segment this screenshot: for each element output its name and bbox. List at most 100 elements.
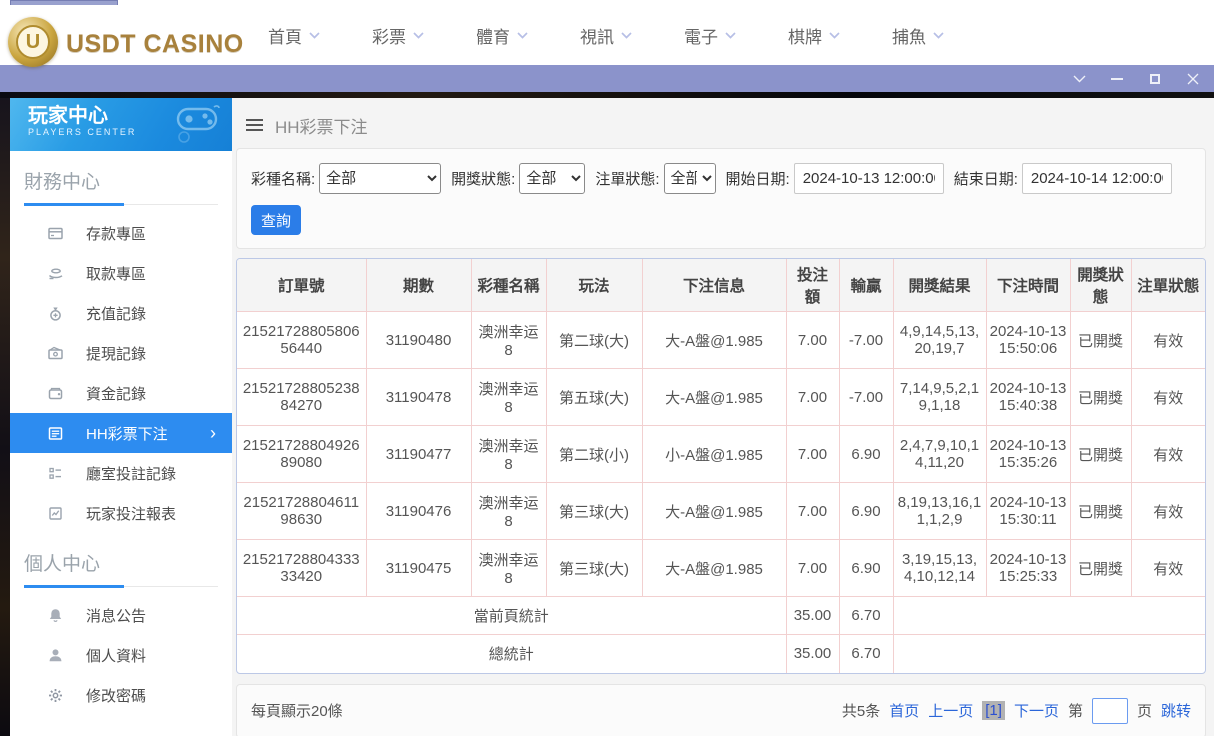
draw-status-select[interactable]: 全部 [519,163,585,194]
window-maximize-button[interactable] [1148,72,1162,86]
prev-page-link[interactable]: 上一页 [928,700,973,721]
cell-draw-result: 8,19,13,16,11,1,2,9 [893,483,986,540]
sidebar-item-label: 取款專區 [86,263,146,284]
nav-item-home[interactable]: 首頁 [268,23,372,48]
chevron-down-icon [933,32,944,39]
page-summary-bet-amount: 35.00 [786,597,839,635]
search-button[interactable]: 查詢 [251,205,301,235]
page-summary-win-loss: 6.70 [839,597,893,635]
cell-play: 第二球(小) [546,426,642,483]
window-close-button[interactable] [1186,72,1200,86]
background-image-edge [0,98,10,736]
cell-draw-result: 2,4,7,9,10,14,11,20 [893,426,986,483]
nav-item-slots[interactable]: 電子 [684,23,788,48]
cell-bet-info: 大-A盤@1.985 [642,540,786,597]
sidebar-item-label: 充值記錄 [86,303,146,324]
maximize-icon [1150,74,1160,84]
col-header: 玩法 [546,259,642,312]
section-title: 代理中心 [24,731,218,736]
cell-bet-info: 大-A盤@1.985 [642,369,786,426]
section-title: 個人中心 [24,549,218,587]
nav-item-cards[interactable]: 棋牌 [788,23,892,48]
cell-win-loss: -7.00 [839,369,893,426]
cell-play: 第三球(大) [546,483,642,540]
sidebar-item-withdraw[interactable]: 取款專區 [24,253,218,293]
sidebar-item-profile[interactable]: 個人資料 [24,635,218,675]
nav-item-lottery[interactable]: 彩票 [372,23,476,48]
table-row: 2152172880461198630 31190476 澳洲幸运8 第三球(大… [237,483,1205,540]
close-icon [1187,73,1199,85]
chevron-down-icon [309,32,320,39]
section-title: 財務中心 [24,167,218,205]
start-date-label: 開始日期: [726,168,790,189]
sidebar-item-recharge-record[interactable]: 充值記錄 [24,293,218,333]
cell-bet-info: 小-A盤@1.985 [642,426,786,483]
cell-bet-amount: 7.00 [786,369,839,426]
sidebar-item-withdrawal-record[interactable]: 提現記錄 [24,333,218,373]
cell-draw-status: 已開獎 [1070,369,1131,426]
total-count-label: 共5条 [842,700,880,721]
draw-status-label: 開獎狀態: [451,168,515,189]
sidebar-item-room-bet-record[interactable]: 廳室投註記錄 [24,453,218,493]
sidebar-item-hh-lottery-bet[interactable]: HH彩票下注 › [10,413,232,453]
sidebar-item-label: 廳室投註記錄 [86,463,176,484]
cell-bet-time: 2024-10-13 15:30:11 [986,483,1070,540]
withdrawal-record-icon [46,344,64,362]
bell-icon [46,606,64,624]
room-bet-record-icon [46,464,64,482]
next-page-link[interactable]: 下一页 [1014,700,1059,721]
cell-bet-time: 2024-10-13 15:40:38 [986,369,1070,426]
cell-bet-amount: 7.00 [786,426,839,483]
cell-bet-info: 大-A盤@1.985 [642,483,786,540]
chevron-down-icon [517,32,528,39]
page-title: HH彩票下注 [275,113,368,138]
col-header: 注單狀態 [1131,259,1205,312]
sidebar-item-deposit[interactable]: 存款專區 [24,213,218,253]
end-date-input[interactable] [1022,163,1172,194]
cell-draw-status: 已開獎 [1070,426,1131,483]
page-number-input[interactable] [1092,698,1128,724]
col-header: 彩種名稱 [471,259,546,312]
start-date-input[interactable] [794,163,944,194]
nav-item-sports[interactable]: 體育 [476,23,580,48]
sidebar-item-label: 修改密碼 [86,685,146,706]
table-row: 2152172880580656440 31190480 澳洲幸运8 第二球(大… [237,312,1205,369]
menu-toggle-icon[interactable] [246,119,263,131]
cell-draw-status: 已開獎 [1070,540,1131,597]
col-header: 開獎結果 [893,259,986,312]
lottery-name-select[interactable]: 全部 [319,163,441,194]
sidebar-item-change-password[interactable]: 修改密碼 [24,675,218,715]
cell-period: 31190478 [366,369,471,426]
sidebar-item-label: HH彩票下注 [86,423,168,444]
sidebar-item-funds-record[interactable]: 資金記錄 [24,373,218,413]
sidebar-item-bet-report[interactable]: 玩家投注報表 [24,493,218,533]
jump-link[interactable]: 跳转 [1161,700,1191,721]
table-header-row: 訂單號 期數 彩種名稱 玩法 下注信息 投注額 輸贏 開獎結果 下注時間 開獎狀… [237,259,1205,312]
nav-item-label: 視訊 [580,23,614,48]
cell-period: 31190477 [366,426,471,483]
sidebar-item-announcements[interactable]: 消息公告 [24,595,218,635]
cell-play: 第五球(大) [546,369,642,426]
current-page-indicator: [1] [982,701,1005,720]
table-row: 2152172880492689080 31190477 澳洲幸运8 第二球(小… [237,426,1205,483]
cell-lottery: 澳洲幸运8 [471,540,546,597]
order-status-select[interactable]: 全部 [664,163,716,194]
nav-item-label: 電子 [684,23,718,48]
window-collapse-button[interactable] [1072,72,1086,86]
cell-win-loss: 6.90 [839,426,893,483]
cell-draw-result: 7,14,9,5,2,19,1,18 [893,369,986,426]
cell-bet-amount: 7.00 [786,312,839,369]
page-suffix-label: 页 [1137,700,1152,721]
sidebar-item-label: 消息公告 [86,605,146,626]
chevron-down-icon [621,32,632,39]
page-summary-label: 當前頁統計 [237,597,786,635]
chevron-right-icon: › [210,424,216,442]
window-minimize-button[interactable] [1110,72,1124,86]
nav-item-live[interactable]: 視訊 [580,23,684,48]
order-status-label: 注單狀態: [595,168,659,189]
cell-bet-time: 2024-10-13 15:50:06 [986,312,1070,369]
sidebar-item-label: 資金記錄 [86,383,146,404]
nav-item-label: 彩票 [372,23,406,48]
nav-item-fishing[interactable]: 捕魚 [892,23,996,48]
first-page-link[interactable]: 首页 [889,700,919,721]
